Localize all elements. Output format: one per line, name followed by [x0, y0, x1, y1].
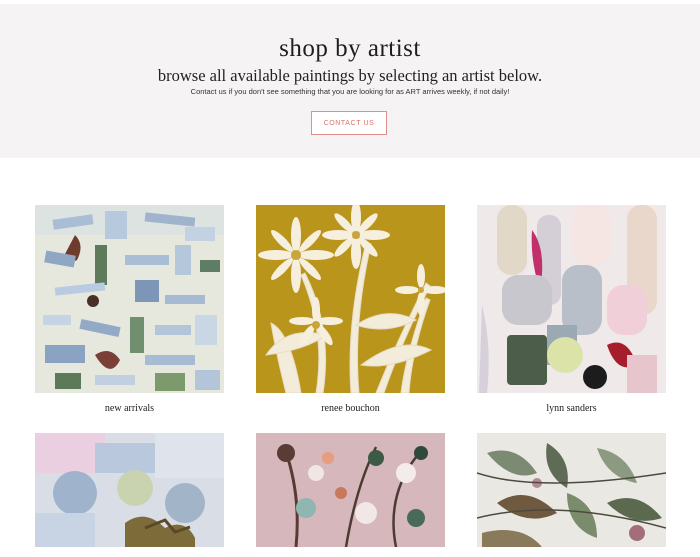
artist-card[interactable]	[477, 433, 666, 557]
painting-thumbnail[interactable]	[256, 433, 445, 547]
artist-card-renee-bouchon[interactable]: renee bouchon	[256, 205, 445, 414]
artist-name[interactable]: renee bouchon	[256, 403, 445, 414]
painting-thumbnail[interactable]	[477, 433, 666, 547]
artist-card[interactable]	[256, 433, 445, 557]
page-title: shop by artist	[279, 35, 421, 62]
painting-thumbnail[interactable]	[35, 433, 224, 547]
artist-name[interactable]: lynn sanders	[477, 403, 666, 414]
artist-card-new-arrivals[interactable]: new arrivals	[35, 205, 224, 414]
artist-card[interactable]	[35, 433, 224, 557]
artist-card-lynn-sanders[interactable]: lynn sanders	[477, 205, 666, 414]
hero-banner: shop by artist browse all available pain…	[0, 4, 700, 158]
artist-name[interactable]: new arrivals	[35, 403, 224, 414]
painting-thumbnail[interactable]	[256, 205, 445, 393]
page-subtitle: browse all available paintings by select…	[157, 66, 543, 85]
painting-thumbnail[interactable]	[35, 205, 224, 393]
painting-thumbnail[interactable]	[477, 205, 666, 393]
contact-us-button[interactable]: CONTACT US	[311, 111, 387, 135]
contact-note: Contact us if you don't see something th…	[190, 87, 510, 96]
